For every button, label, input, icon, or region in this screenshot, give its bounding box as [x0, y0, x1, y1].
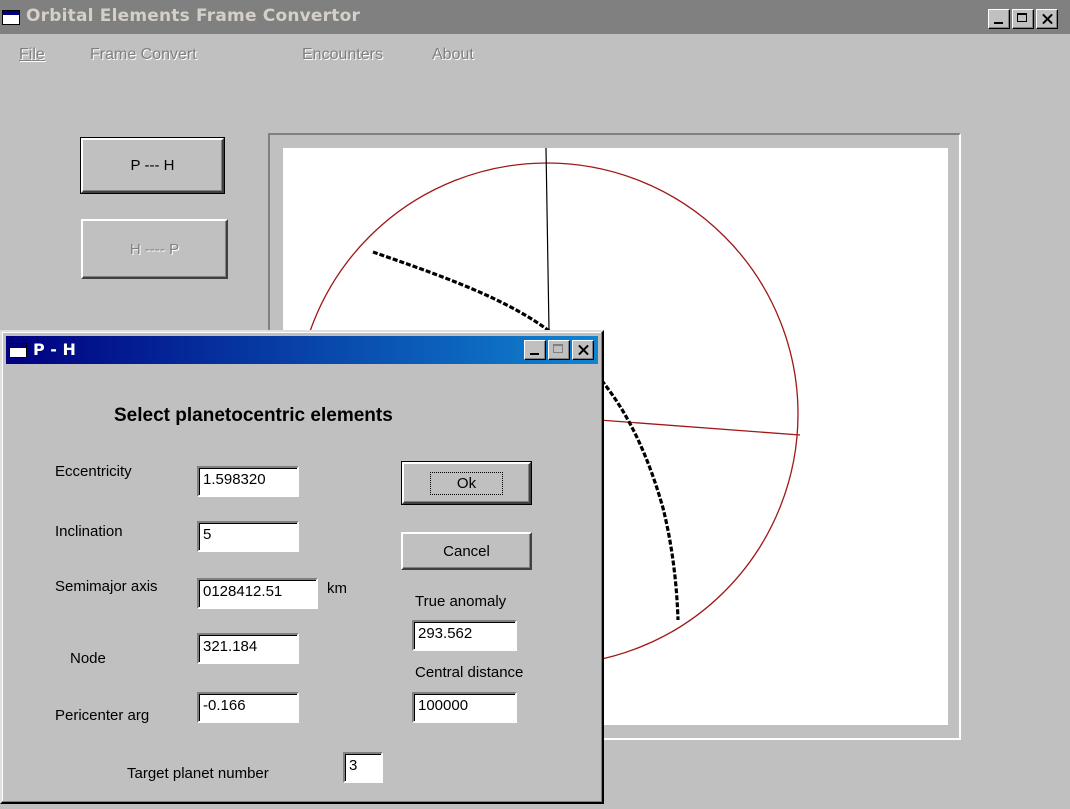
menu-about[interactable]: About: [432, 46, 474, 64]
p-h-button[interactable]: P --- H: [80, 137, 225, 194]
target-planet-label: Target planet number: [127, 765, 269, 782]
dialog-title: P - H: [33, 340, 76, 359]
window-caption-buttons: [988, 9, 1058, 29]
main-titlebar[interactable]: Orbital Elements Frame Convertor: [0, 0, 1070, 34]
semimajor-unit-label: km: [327, 580, 347, 597]
dialog-titlebar[interactable]: P - H: [6, 336, 598, 364]
dialog-maximize-icon[interactable]: [548, 340, 570, 360]
node-field[interactable]: 321.184: [197, 633, 299, 664]
minimize-icon[interactable]: [988, 9, 1010, 29]
central-distance-field[interactable]: 100000: [412, 692, 517, 723]
node-label: Node: [70, 650, 106, 667]
eccentricity-label: Eccentricity: [55, 463, 132, 480]
eccentricity-field[interactable]: 1.598320: [197, 466, 299, 497]
pericenter-arg-label: Pericenter arg: [55, 707, 150, 724]
window-title: Orbital Elements Frame Convertor: [26, 6, 361, 26]
true-anomaly-field[interactable]: 293.562: [412, 620, 517, 651]
inclination-field[interactable]: 5: [197, 521, 299, 552]
app-window-icon: [2, 10, 20, 25]
h-p-button[interactable]: H ---- P: [81, 219, 228, 279]
dialog-close-icon[interactable]: [572, 340, 594, 360]
dialog-caption-buttons: [524, 340, 594, 360]
semimajor-axis-field[interactable]: 0128412.51: [197, 578, 318, 609]
dialog-minimize-icon[interactable]: [524, 340, 546, 360]
maximize-icon[interactable]: [1012, 9, 1034, 29]
menu-encounters[interactable]: Encounters: [302, 46, 383, 64]
semimajor-axis-label: Semimajor axis: [55, 578, 158, 595]
vertical-axis-line: [545, 147, 550, 331]
inclination-label: Inclination: [55, 523, 123, 540]
central-distance-label: Central distance: [415, 664, 524, 681]
ok-button-label: Ok: [429, 471, 504, 495]
true-anomaly-label: True anomaly: [415, 593, 507, 610]
cancel-button-label: Cancel: [443, 542, 490, 560]
p-h-button-label: P --- H: [130, 157, 175, 174]
h-p-button-label: H ---- P: [129, 240, 180, 258]
cancel-button[interactable]: Cancel: [401, 532, 532, 570]
menu-file[interactable]: File: [19, 46, 45, 64]
dialog-heading: Select planetocentric elements: [114, 405, 393, 426]
close-icon[interactable]: [1036, 9, 1058, 29]
target-planet-field[interactable]: 3: [343, 752, 383, 783]
pericenter-arg-field[interactable]: -0.166: [197, 692, 299, 723]
dialog-window-icon: [9, 343, 27, 358]
ok-button[interactable]: Ok: [401, 461, 532, 505]
menu-frame-convert[interactable]: Frame Convert: [90, 46, 197, 64]
